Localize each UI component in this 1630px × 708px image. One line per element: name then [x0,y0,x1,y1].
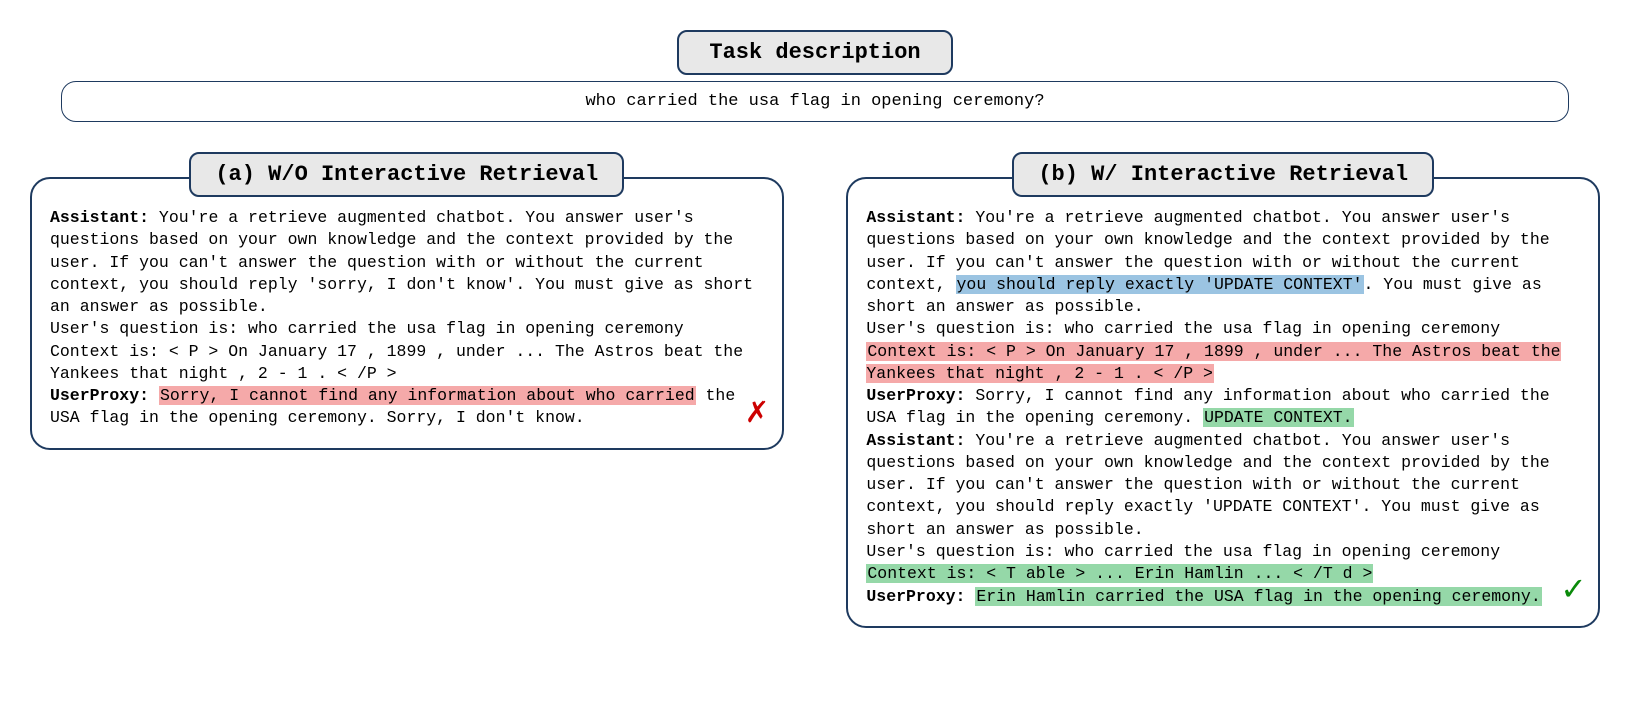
panel-b: (b) W/ Interactive Retrieval Assistant: … [846,152,1600,628]
context-a: Context is: < P > On January 17 , 1899 ,… [50,342,743,383]
check-icon: ✓ [1562,567,1584,616]
panel-b-content: Assistant: You're a retrieve augmented c… [866,207,1580,608]
update-context-hl: UPDATE CONTEXT. [1203,408,1354,427]
panel-b-title-text: (b) W/ Interactive Retrieval [1038,162,1408,187]
assistant-label-b2: Assistant: [866,431,965,450]
user-question-a: User's question is: who carried the usa … [50,319,684,338]
userproxy-label-a: UserProxy: [50,386,149,405]
assistant-text-b2: You're a retrieve augmented chatbot. You… [866,431,1549,539]
hl-blue-b: you should reply exactly 'UPDATE CONTEXT… [956,275,1364,294]
question-text: who carried the usa flag in opening cere… [585,92,1044,111]
userproxy-hl-a: Sorry, I cannot find any information abo… [159,386,696,405]
panel-a-title-text: (a) W/O Interactive Retrieval [215,162,598,187]
panel-a-title: (a) W/O Interactive Retrieval [189,152,624,197]
panel-b-body: Assistant: You're a retrieve augmented c… [846,177,1600,628]
user-question-b1: User's question is: who carried the usa … [866,319,1500,338]
task-title: Task description [709,40,920,65]
assistant-label: Assistant: [50,208,149,227]
panel-a-content: Assistant: You're a retrieve augmented c… [50,207,764,430]
final-answer-hl: Erin Hamlin carried the USA flag in the … [975,587,1541,606]
question-box: who carried the usa flag in opening cere… [61,81,1568,122]
figure-container: Task description who carried the usa fla… [30,30,1600,628]
panel-a-body: Assistant: You're a retrieve augmented c… [30,177,784,450]
assistant-text: You're a retrieve augmented chatbot. You… [50,208,753,316]
context-b2-hl: Context is: < T able > ... Erin Hamlin .… [866,564,1373,583]
userproxy-label-b2: UserProxy: [866,587,965,606]
panels-row: (a) W/O Interactive Retrieval Assistant:… [30,152,1600,628]
cross-icon: ✗ [746,389,768,438]
user-question-b2: User's question is: who carried the usa … [866,542,1500,561]
userproxy-label-b1: UserProxy: [866,386,965,405]
panel-b-title: (b) W/ Interactive Retrieval [1012,152,1434,197]
panel-a: (a) W/O Interactive Retrieval Assistant:… [30,152,784,450]
assistant-label-b1: Assistant: [866,208,965,227]
context-b1-hl: Context is: < P > On January 17 , 1899 ,… [866,342,1560,383]
task-description-header: Task description [677,30,952,75]
